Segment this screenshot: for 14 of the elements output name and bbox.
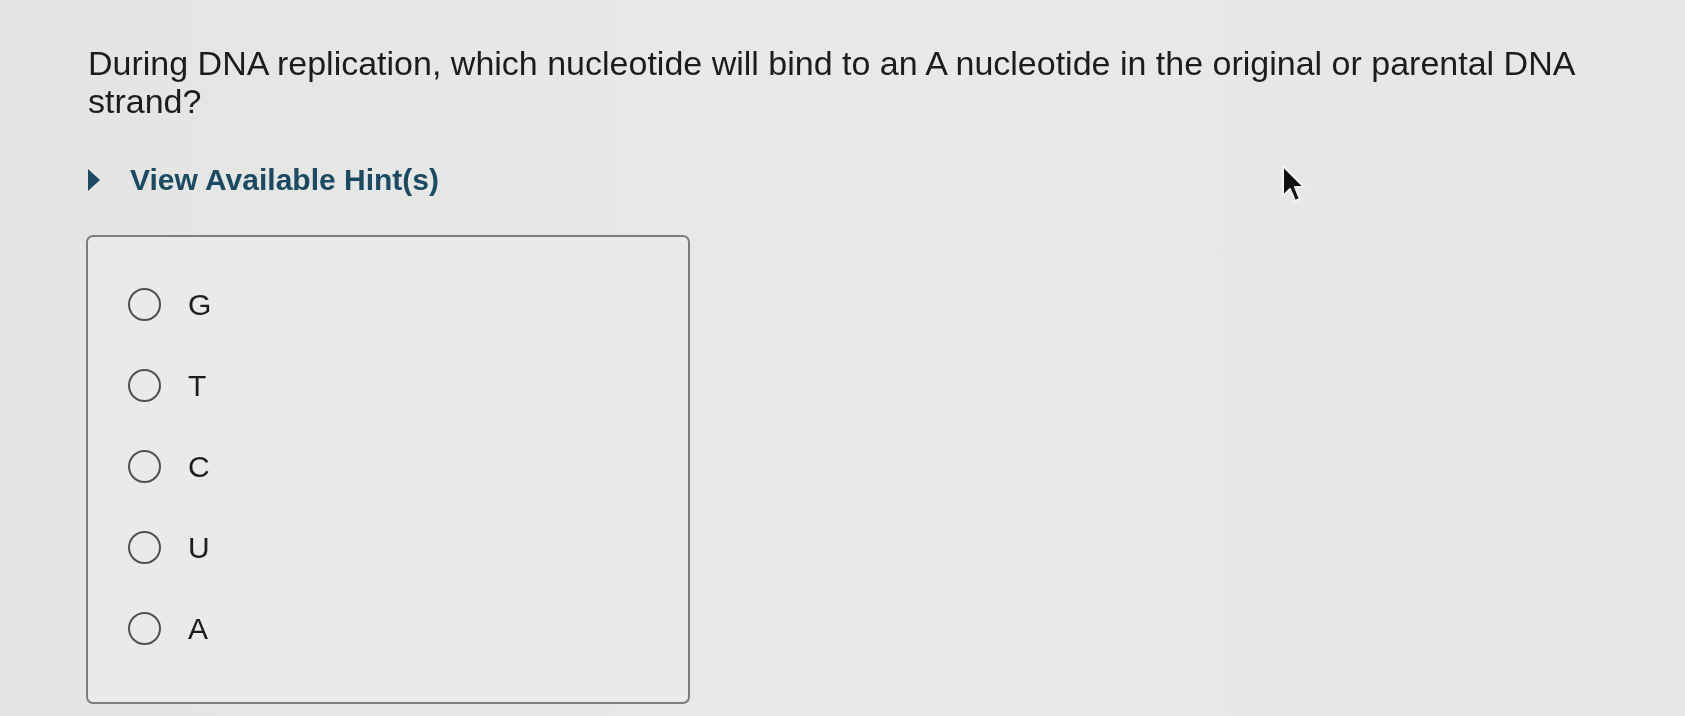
option-label[interactable]: G: [188, 286, 212, 323]
option-label[interactable]: A: [188, 610, 208, 647]
radio-button[interactable]: [128, 612, 161, 645]
hint-toggle[interactable]: View Available Hint(s): [88, 162, 439, 198]
radio-button[interactable]: [128, 450, 161, 483]
radio-button[interactable]: [128, 288, 161, 321]
option-label[interactable]: C: [188, 448, 210, 485]
triangle-icon: [88, 169, 100, 191]
option-label[interactable]: U: [188, 529, 210, 566]
option-label[interactable]: T: [188, 367, 207, 404]
pointer-icon: [1281, 165, 1305, 203]
question-text: During DNA replication, which nucleotide will bind to an A nucleotide in the original or parental DNA strand?: [88, 44, 1576, 120]
radio-button[interactable]: [128, 531, 161, 564]
radio-button[interactable]: [128, 369, 161, 402]
